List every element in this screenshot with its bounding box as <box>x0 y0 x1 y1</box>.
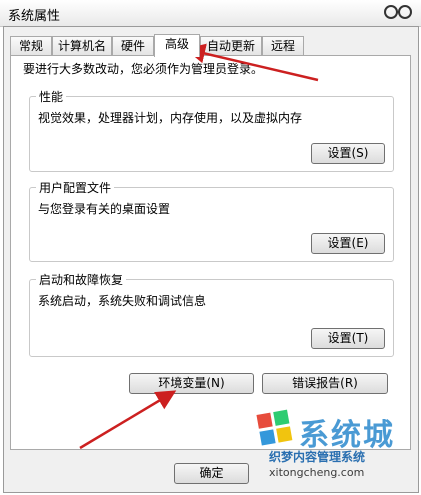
tab-advanced[interactable]: 高级 <box>154 34 200 57</box>
user-profile-group: 用户配置文件 与您登录有关的桌面设置 设置(E) <box>29 179 394 262</box>
performance-title: 性能 <box>36 88 67 105</box>
user-profile-title: 用户配置文件 <box>36 179 115 196</box>
tab-auto-update[interactable]: 自动更新 <box>200 36 262 55</box>
ok-button[interactable]: 确定 <box>174 463 249 484</box>
performance-group: 性能 视觉效果，处理器计划，内存使用，以及虚拟内存 设置(S) <box>29 88 394 172</box>
tab-computer-name[interactable]: 计算机名 <box>52 36 112 55</box>
tab-general[interactable]: 常规 <box>10 36 52 55</box>
startup-recovery-settings-button[interactable]: 设置(T) <box>311 328 385 349</box>
watermark: 系统城 织梦内容管理系统 xitongcheng.com <box>251 400 421 495</box>
watermark-url: xitongcheng.com <box>269 466 365 479</box>
advanced-panel: 要进行大多数改动，您必须作为管理员登录。 性能 视觉效果，处理器计划，内存使用，… <box>10 55 411 450</box>
title-bar: 系统属性 <box>0 0 421 27</box>
user-profile-settings-button[interactable]: 设置(E) <box>311 233 385 254</box>
environment-variables-button[interactable]: 环境变量(N) <box>129 373 254 394</box>
watermark-subtitle: 织梦内容管理系统 <box>269 450 366 464</box>
user-profile-desc: 与您登录有关的桌面设置 <box>38 202 171 216</box>
startup-recovery-title: 启动和故障恢复 <box>36 271 127 288</box>
admin-notice: 要进行大多数改动，您必须作为管理员登录。 <box>23 62 264 76</box>
window-title: 系统属性 <box>8 9 61 24</box>
startup-recovery-desc: 系统启动，系统失败和调试信息 <box>38 294 207 308</box>
error-reporting-button[interactable]: 错误报告(R) <box>262 373 388 394</box>
performance-desc: 视觉效果，处理器计划，内存使用，以及虚拟内存 <box>38 111 303 125</box>
tab-remote[interactable]: 远程 <box>262 36 304 55</box>
tab-hardware[interactable]: 硬件 <box>112 36 154 55</box>
windows-logo-icon <box>256 409 293 446</box>
performance-settings-button[interactable]: 设置(S) <box>311 143 385 164</box>
startup-recovery-group: 启动和故障恢复 系统启动，系统失败和调试信息 设置(T) <box>29 271 394 357</box>
window-controls-icon[interactable] <box>383 4 413 20</box>
